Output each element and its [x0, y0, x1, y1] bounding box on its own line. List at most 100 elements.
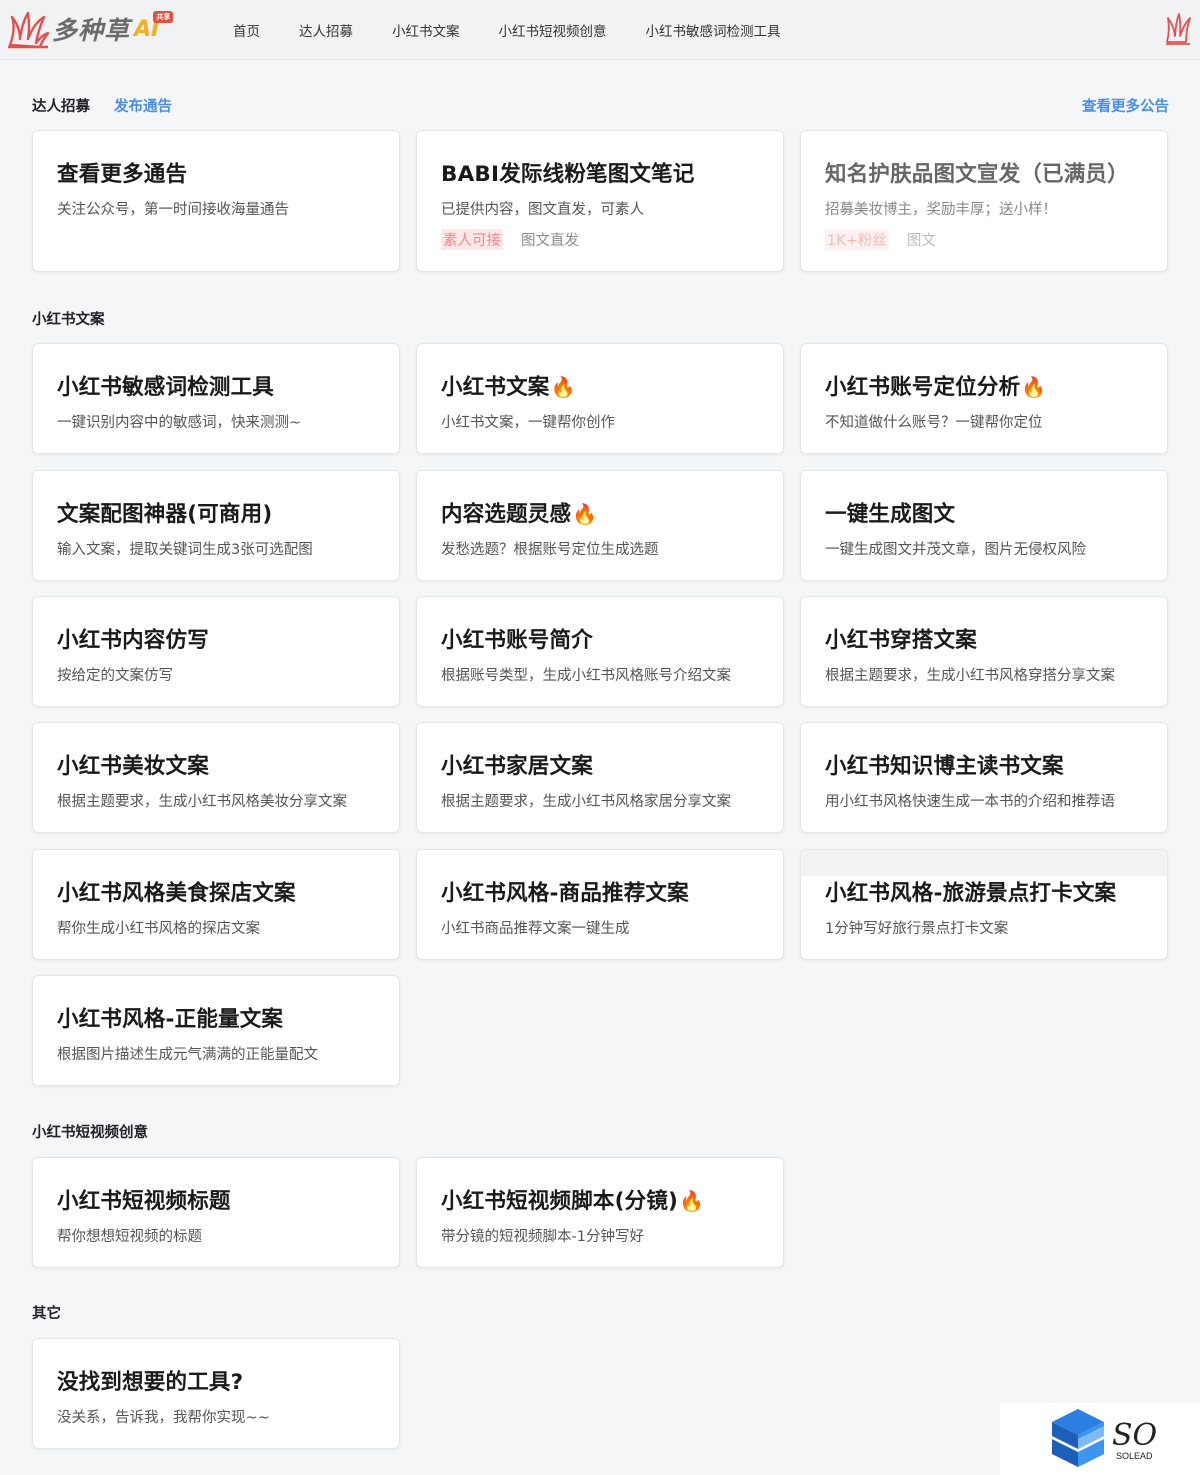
card-tags: 素人可接 图文直发	[441, 229, 759, 250]
main-nav: 首页 达人招募 小红书文案 小红书短视频创意 小红书敏感词检测工具	[214, 0, 820, 60]
tool-card[interactable]: 小红书家居文案 根据主题要求，生成小红书风格家居分享文案	[416, 722, 784, 833]
tool-card[interactable]: 小红书风格-商品推荐文案 小红书商品推荐文案一键生成	[416, 849, 784, 960]
user-avatar-icon[interactable]	[1164, 12, 1192, 46]
card-title: 小红书风格-旅游景点打卡文案	[825, 881, 1117, 906]
tool-card[interactable]: 小红书账号简介 根据账号类型，生成小红书风格账号介绍文案	[416, 596, 784, 707]
tool-card[interactable]: 小红书风格-旅游景点打卡文案 1分钟写好旅行景点打卡文案	[800, 849, 1168, 960]
tool-card[interactable]: 文案配图神器(可商用) 输入文案，提取关键词生成3张可选配图	[32, 470, 400, 581]
card-title: 小红书账号简介	[441, 628, 593, 653]
card-desc: 根据主题要求，生成小红书风格美妆分享文案	[57, 794, 347, 810]
tool-card[interactable]: 一键生成图文 一键生成图文并茂文章，图片无侵权风险	[800, 470, 1168, 581]
card-title: 小红书风格美食探店文案	[57, 881, 296, 906]
card-title: 查看更多通告	[57, 162, 188, 187]
solead-logo-icon: SO SOLEAD	[1052, 1409, 1157, 1467]
site-logo[interactable]: 多种草 AI 共享	[6, 6, 182, 52]
card-desc: 招募美妆博主，奖励丰厚；送小样！	[825, 202, 1057, 218]
card-desc: 发愁选题？根据账号定位生成选题	[441, 542, 659, 558]
recruit-card[interactable]: 查看更多通告 关注公众号，第一时间接收海量通告	[32, 130, 400, 272]
tool-card[interactable]: 没找到想要的工具? 没关系，告诉我，我帮你实现~~	[32, 1338, 400, 1449]
card-desc: 没关系，告诉我，我帮你实现~~	[57, 1410, 270, 1426]
more-notices-link[interactable]: 查看更多公告	[1082, 95, 1169, 116]
card-desc: 带分镜的短视频脚本-1分钟写好	[441, 1229, 644, 1245]
nav-recruit[interactable]: 达人招募	[299, 20, 353, 40]
card-title: 知名护肤品图文宣发（已满员）	[825, 162, 1129, 187]
tool-card[interactable]: 小红书美妆文案 根据主题要求，生成小红书风格美妆分享文案	[32, 722, 400, 833]
card-desc: 小红书商品推荐文案一键生成	[441, 921, 630, 937]
nav-home[interactable]: 首页	[233, 20, 260, 40]
fire-icon: 🔥	[550, 375, 576, 399]
logo-ai: AI 共享	[134, 10, 174, 42]
fire-icon: 🔥	[1021, 375, 1047, 399]
card-title: 文案配图神器(可商用)	[57, 502, 273, 527]
card-desc: 根据账号类型，生成小红书风格账号介绍文案	[441, 668, 731, 684]
card-desc: 根据主题要求，生成小红书风格穿搭分享文案	[825, 668, 1115, 684]
grass-logo-icon	[8, 11, 50, 49]
card-desc: 输入文案，提取关键词生成3张可选配图	[57, 542, 313, 558]
watermark: SO SOLEAD	[1000, 1403, 1200, 1475]
tool-card[interactable]: 小红书穿搭文案 根据主题要求，生成小红书风格穿搭分享文案	[800, 596, 1168, 707]
tool-card[interactable]: 小红书账号定位分析🔥 不知道做什么账号？一键帮你定位	[800, 343, 1168, 454]
card-desc: 用小红书风格快速生成一本书的介绍和推荐语	[825, 794, 1115, 810]
section-title-recruit: 达人招募	[32, 99, 90, 115]
card-title: 小红书短视频脚本(分镜)🔥	[441, 1189, 705, 1214]
publish-notice-link[interactable]: 发布通告	[114, 95, 172, 116]
card-title: 小红书风格-正能量文案	[57, 1007, 284, 1032]
tool-card[interactable]: 小红书短视频标题 帮你想想短视频的标题	[32, 1157, 400, 1268]
card-title: 小红书短视频标题	[57, 1189, 231, 1214]
nav-video-ideas[interactable]: 小红书短视频创意	[499, 20, 607, 40]
fire-icon: 🔥	[572, 502, 598, 526]
card-desc: 帮你想想短视频的标题	[57, 1229, 202, 1245]
card-desc: 一键识别内容中的敏感词，快来测测~	[57, 415, 302, 431]
svg-text:SOLEAD: SOLEAD	[1116, 1451, 1153, 1461]
card-tags: 1K+粉丝 图文	[825, 229, 1143, 250]
tool-card[interactable]: 小红书风格-正能量文案 根据图片描述生成元气满满的正能量配文	[32, 975, 400, 1086]
card-title: 小红书风格-商品推荐文案	[441, 881, 689, 906]
tag: 1K+粉丝	[825, 229, 889, 250]
card-title: 内容选题灵感🔥	[441, 502, 598, 527]
tool-card[interactable]: 小红书知识博主读书文案 用小红书风格快速生成一本书的介绍和推荐语	[800, 722, 1168, 833]
card-title: 小红书文案🔥	[441, 375, 576, 400]
section-title-video: 小红书短视频创意	[32, 1125, 148, 1141]
svg-text:SO: SO	[1112, 1418, 1157, 1453]
card-title: 小红书美妆文案	[57, 754, 209, 779]
section-title-copywriting: 小红书文案	[32, 312, 105, 328]
section-title-other: 其它	[32, 1306, 61, 1322]
card-title: 小红书账号定位分析🔥	[825, 375, 1047, 400]
card-title: 小红书内容仿写	[57, 628, 209, 653]
recruit-card[interactable]: BABI发际线粉笔图文笔记 已提供内容，图文直发，可素人 素人可接 图文直发	[416, 130, 784, 272]
recruit-card[interactable]: 知名护肤品图文宣发（已满员） 招募美妆博主，奖励丰厚；送小样！ 1K+粉丝 图文	[800, 130, 1168, 272]
tool-card[interactable]: 小红书内容仿写 按给定的文案仿写	[32, 596, 400, 707]
card-desc: 已提供内容，图文直发，可素人	[441, 202, 644, 218]
card-desc: 1分钟写好旅行景点打卡文案	[825, 921, 1009, 937]
nav-copywriting[interactable]: 小红书文案	[392, 20, 460, 40]
tool-card[interactable]: 小红书短视频脚本(分镜)🔥 带分镜的短视频脚本-1分钟写好	[416, 1157, 784, 1268]
tool-card[interactable]: 内容选题灵感🔥 发愁选题？根据账号定位生成选题	[416, 470, 784, 581]
card-title: 小红书家居文案	[441, 754, 593, 779]
card-loading-bar	[801, 850, 1167, 876]
tag: 素人可接	[441, 229, 503, 250]
card-desc: 根据主题要求，生成小红书风格家居分享文案	[441, 794, 731, 810]
fire-icon: 🔥	[679, 1189, 705, 1213]
card-desc: 关注公众号，第一时间接收海量通告	[57, 202, 289, 218]
card-desc: 按给定的文案仿写	[57, 668, 173, 684]
nav-sensitive-words[interactable]: 小红书敏感词检测工具	[646, 20, 781, 40]
card-title: BABI发际线粉笔图文笔记	[441, 162, 695, 187]
tool-card[interactable]: 小红书风格美食探店文案 帮你生成小红书风格的探店文案	[32, 849, 400, 960]
card-desc: 一键生成图文并茂文章，图片无侵权风险	[825, 542, 1086, 558]
card-desc: 根据图片描述生成元气满满的正能量配文	[57, 1047, 318, 1063]
card-title: 没找到想要的工具?	[57, 1370, 244, 1395]
tag: 图文直发	[521, 233, 579, 249]
card-desc: 小红书文案，一键帮你创作	[441, 415, 615, 431]
logo-text: 多种草	[52, 16, 131, 45]
tag: 图文	[906, 233, 936, 249]
card-title: 小红书知识博主读书文案	[825, 754, 1064, 779]
top-navbar: 多种草 AI 共享 首页 达人招募 小红书文案 小红书短视频创意 小红书敏感词检测…	[0, 0, 1200, 60]
logo-badge: 共享	[153, 10, 174, 23]
card-desc: 帮你生成小红书风格的探店文案	[57, 921, 260, 937]
tool-card[interactable]: 小红书敏感词检测工具 一键识别内容中的敏感词，快来测测~	[32, 343, 400, 454]
card-title: 小红书敏感词检测工具	[57, 375, 275, 400]
card-desc: 不知道做什么账号？一键帮你定位	[825, 415, 1043, 431]
card-title: 一键生成图文	[825, 502, 956, 527]
tool-card[interactable]: 小红书文案🔥 小红书文案，一键帮你创作	[416, 343, 784, 454]
card-title: 小红书穿搭文案	[825, 628, 977, 653]
